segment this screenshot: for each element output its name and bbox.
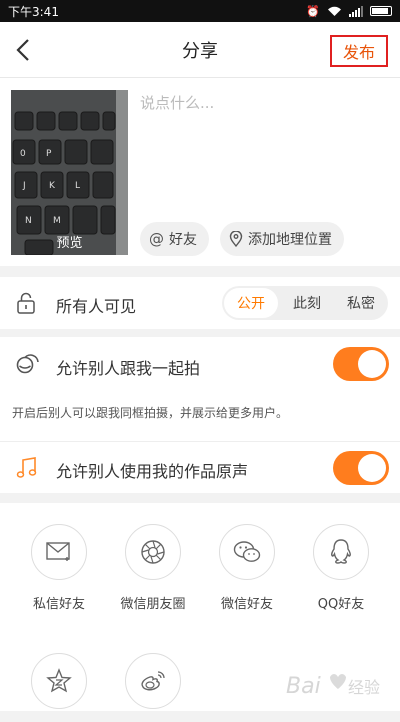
visibility-option-public[interactable]: 公开 [224,288,278,318]
share-private-message[interactable]: 私信好友 [12,524,106,612]
caption-input[interactable]: 说点什么... [140,92,214,113]
share-circle [219,524,275,580]
video-thumbnail[interactable]: 0P JKL NM 预览 [11,90,128,255]
share-qzone[interactable] [12,653,106,722]
co-shoot-toggle[interactable] [333,347,389,381]
share-circle [125,524,181,580]
status-bar: 下午3:41 ⏰ [0,0,400,22]
svg-text:Bai: Bai [286,674,321,699]
share-circle [125,653,181,709]
compose-area: 0P JKL NM 预览 说点什么... @ 好友 添加地理位置 [0,78,400,266]
share-label: 微信朋友圈 [120,597,186,612]
svg-text:L: L [75,181,80,191]
co-shoot-row: 允许别人跟我一起拍 开启后别人可以跟我同框拍摄，并展示给更多用户。 [0,337,400,441]
signal-icon [349,5,363,17]
music-note-icon [16,457,37,478]
co-shoot-hint: 开启后别人可以跟我同框拍摄，并展示给更多用户。 [12,406,289,420]
share-wechat-friend[interactable]: 微信好友 [200,524,294,612]
svg-text:P: P [46,149,52,159]
moments-icon [141,540,165,564]
visibility-row: 所有人可见 公开 此刻 私密 [0,277,400,329]
toggle-knob [358,454,386,482]
mail-icon [46,542,70,561]
add-location-chip[interactable]: 添加地理位置 [220,222,344,256]
qzone-icon [46,668,72,693]
share-label: 微信好友 [220,597,273,612]
battery-icon [370,6,392,16]
share-label: 私信好友 [32,597,85,612]
share-qq-friend[interactable]: QQ好友 [294,524,388,612]
status-time: 下午3:41 [8,4,59,19]
weibo-icon [141,671,165,691]
watermark-logo: Bai 经验 [286,674,380,699]
share-label: QQ好友 [317,597,365,612]
toggle-knob [358,350,386,378]
visibility-option-moment[interactable]: 此刻 [280,286,334,320]
svg-text:N: N [25,216,32,226]
wechat-icon [233,541,261,562]
co-shoot-icon [16,354,39,374]
original-sound-toggle[interactable] [333,451,389,485]
svg-text:经验: 经验 [348,678,380,697]
publish-button[interactable]: 发布 [330,35,388,67]
original-sound-row: 允许别人使用我的作品原声 [0,441,400,493]
add-location-label: 添加地理位置 [248,232,332,248]
share-circle [313,524,369,580]
lock-icon [17,292,35,314]
svg-text:0: 0 [20,149,26,159]
wifi-icon [328,6,341,16]
share-circle [31,653,87,709]
original-sound-label: 允许别人使用我的作品原声 [56,462,249,481]
status-icons: ⏰ [306,4,392,18]
nav-bar: 分享 发布 [0,22,400,78]
mention-friend-chip[interactable]: @ 好友 [140,222,209,256]
location-pin-icon [229,231,243,247]
share-weibo[interactable] [106,653,200,722]
preview-label: 预览 [56,236,83,251]
share-wechat-moments[interactable]: 微信朋友圈 [106,524,200,612]
share-circle [31,524,87,580]
svg-text:M: M [53,216,61,226]
visibility-option-private[interactable]: 私密 [334,286,388,320]
alarm-icon: ⏰ [306,4,320,18]
qq-icon [331,539,351,564]
svg-text:J: J [22,181,26,191]
at-icon: @ [149,230,164,248]
visibility-label: 所有人可见 [56,297,137,316]
visibility-segmented-control: 公开 此刻 私密 [222,286,388,320]
keyboard-photo: 0P JKL NM [11,90,128,255]
mention-friend-label: 好友 [169,232,197,248]
co-shoot-label: 允许别人跟我一起拍 [56,359,201,378]
